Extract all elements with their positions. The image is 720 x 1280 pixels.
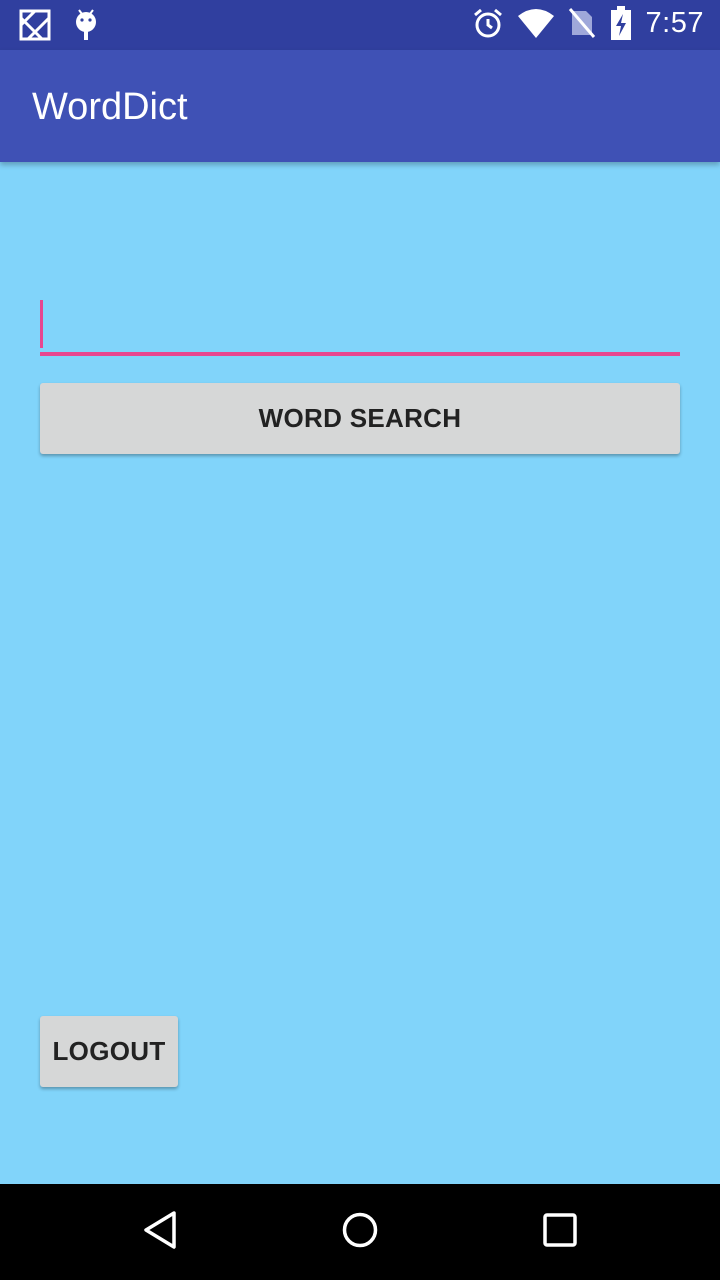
search-input[interactable] (40, 296, 680, 352)
status-bar: 7:57 (0, 0, 720, 50)
text-cursor (40, 300, 43, 348)
home-icon (341, 1211, 379, 1254)
home-button[interactable] (340, 1212, 380, 1252)
no-sim-icon (568, 7, 596, 39)
navigation-bar (0, 1184, 720, 1280)
app-title: WordDict (32, 86, 188, 128)
word-search-button[interactable]: WORD SEARCH (40, 383, 680, 454)
logout-button[interactable]: LOGOUT (40, 1016, 178, 1087)
battery-charging-icon (610, 6, 632, 40)
notification-icons (18, 8, 100, 42)
back-icon (142, 1210, 178, 1255)
alarm-icon (472, 7, 504, 39)
back-button[interactable] (140, 1210, 180, 1255)
android-debug-icon (72, 8, 100, 42)
app-bar: WordDict (0, 50, 720, 162)
input-underline (40, 352, 680, 356)
photos-icon (18, 8, 52, 42)
wifi-icon (517, 8, 554, 38)
recents-button[interactable] (540, 1212, 580, 1252)
search-field[interactable] (40, 296, 680, 358)
clock: 7:57 (645, 6, 704, 39)
recents-icon (542, 1212, 578, 1253)
system-icons: 7:57 (472, 6, 704, 40)
